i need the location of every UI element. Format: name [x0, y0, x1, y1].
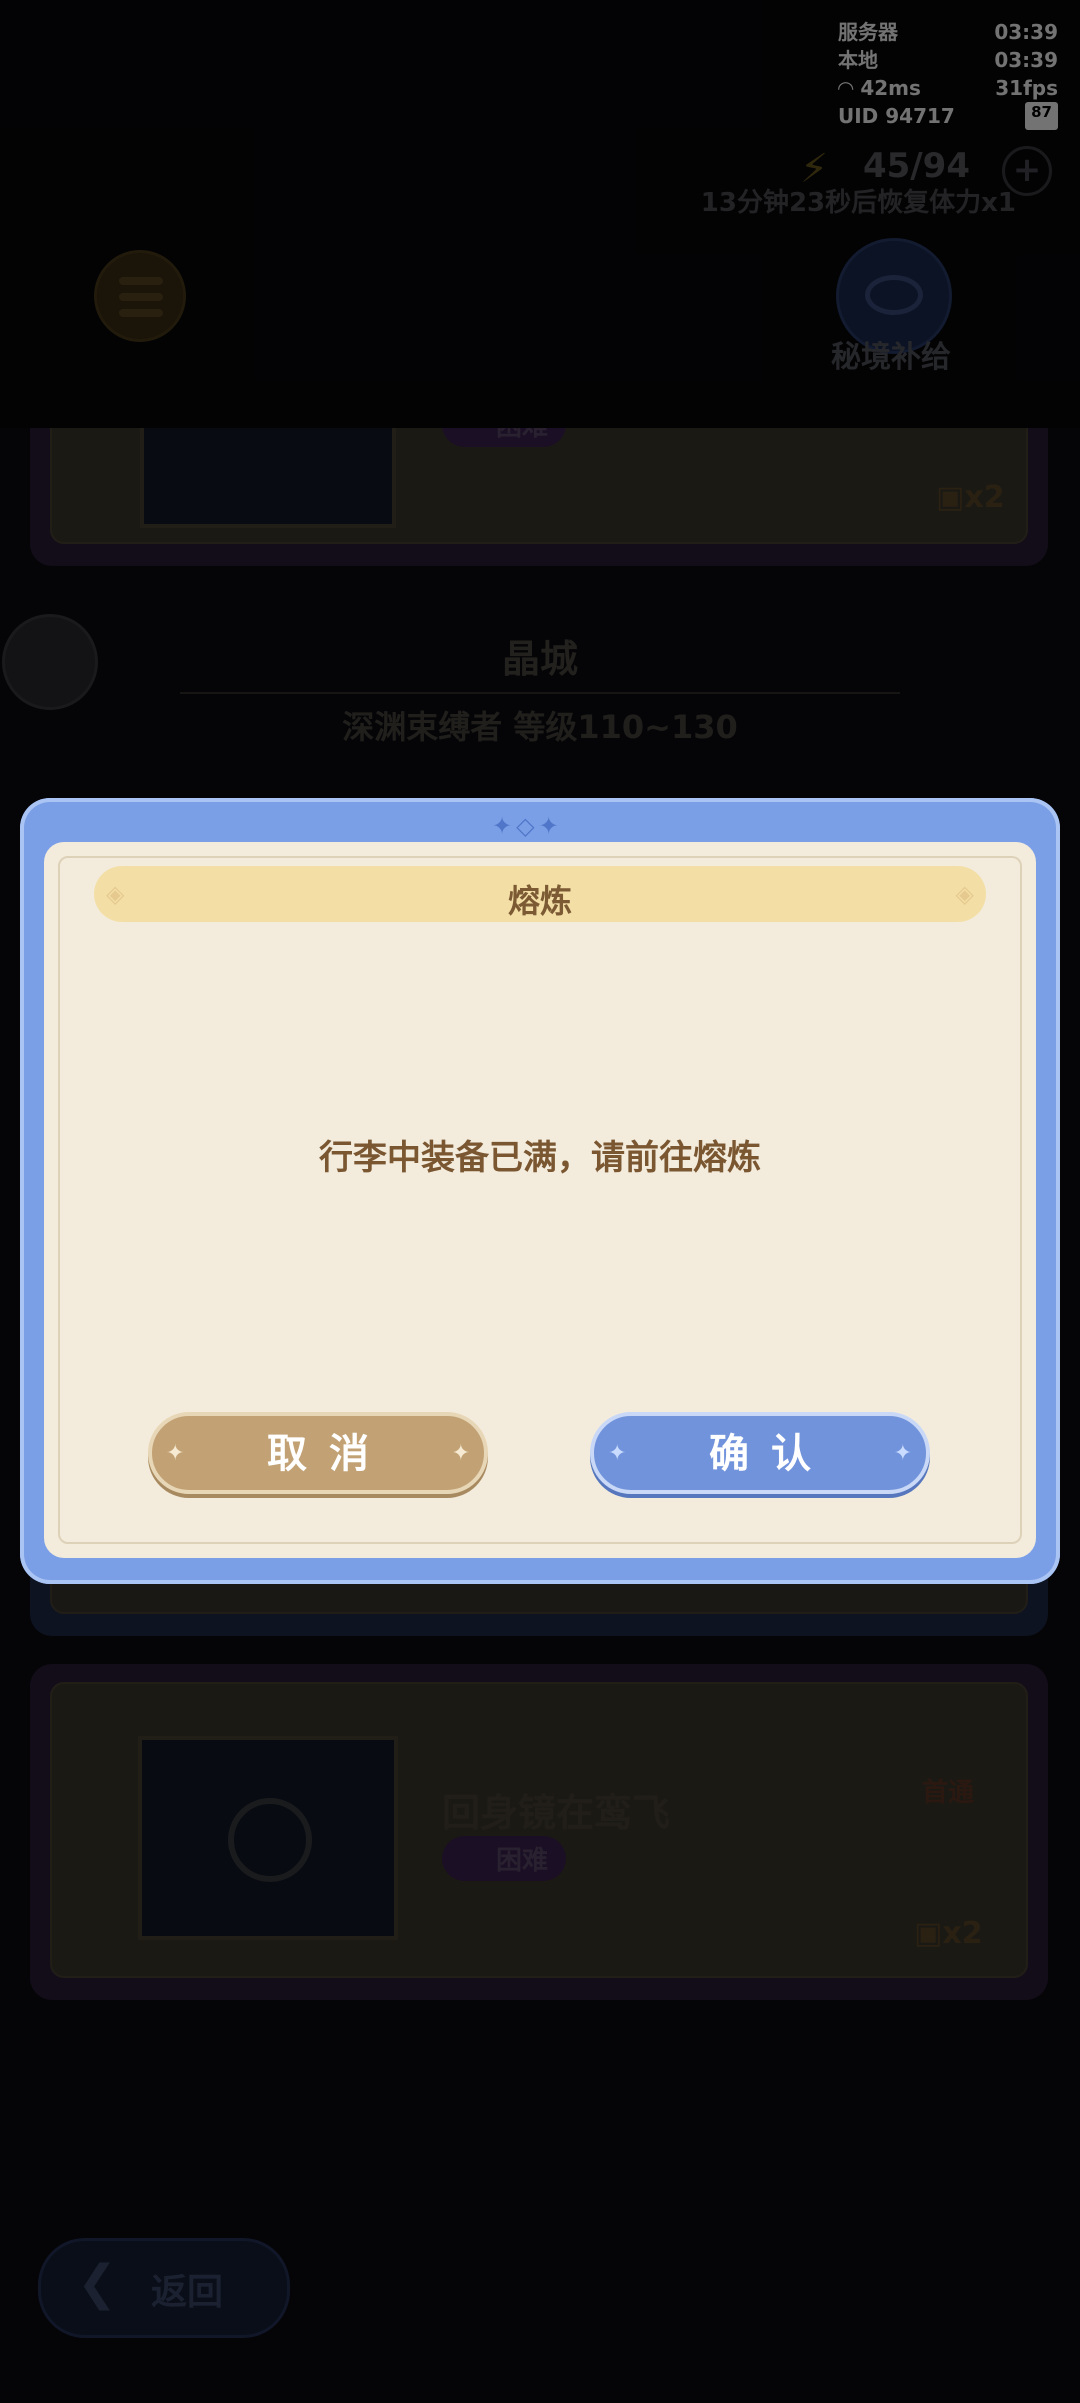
chest-count: x2 [964, 480, 1005, 515]
confirm-button[interactable]: ✦ 确认 ✦ [590, 1412, 930, 1494]
first-clear-badge: 首通 [922, 1778, 975, 1808]
cancel-button[interactable]: ✦ 取消 ✦ [148, 1412, 488, 1494]
difficulty-tag: 困难 [442, 1836, 567, 1881]
back-button[interactable]: ❮ 返回 [38, 2238, 290, 2338]
battery-icon: 87 [1025, 102, 1058, 130]
dialog-message: 行李中装备已满，请前往熔炼 [319, 1138, 761, 1178]
eye-icon [865, 275, 923, 315]
region-subtitle: 深渊束缚者 等级110~130 [342, 708, 738, 746]
dialog-panel: ◈ 熔炼 ◈ 行李中装备已满，请前往熔炼 ✦ 取消 ✦ ✦ 确认 ✦ [44, 842, 1036, 1558]
diamond-icon: ◈ [955, 880, 974, 908]
sparkle-icon: ✦ [451, 1441, 470, 1466]
chest-reward-icon: ▣x2 [936, 480, 1005, 515]
level-portrait [138, 1736, 398, 1940]
back-arrow-icon: ❮ [77, 2255, 118, 2311]
server-label: 服务器 [838, 20, 898, 44]
level-title: 回身镜在鸾飞 [442, 1791, 671, 1835]
list-icon [119, 277, 163, 285]
sparkle-deco-icon: ✦◇✦ [492, 812, 563, 840]
sparkle-icon: ✦ [608, 1441, 627, 1466]
sparkle-icon: ✦ [166, 1441, 185, 1466]
smelt-dialog: ✦◇✦ ◈ 熔炼 ◈ 行李中装备已满，请前往熔炼 ✦ 取消 ✦ ✦ 确认 ✦ [20, 798, 1060, 1584]
secret-supply-label: 秘境补给 [831, 340, 951, 375]
fps-value: 31fps [995, 76, 1058, 100]
menu-button[interactable] [94, 250, 186, 342]
region-title: 晶城 [501, 637, 578, 681]
local-time: 03:39 [994, 48, 1058, 72]
dialog-title: 熔炼 [507, 882, 572, 920]
confirm-label: 确认 [709, 1431, 833, 1477]
back-label: 返回 [151, 2272, 224, 2313]
chest-count: x2 [942, 1916, 983, 1951]
server-time: 03:39 [994, 20, 1058, 44]
chest-reward-icon: ▣x2 [914, 1916, 983, 1951]
uid-value: UID 94717 [838, 104, 955, 128]
cancel-label: 取消 [267, 1431, 391, 1477]
dialog-title-banner: ◈ 熔炼 ◈ [94, 866, 986, 922]
ping-value: 42ms [860, 76, 921, 100]
divider [180, 692, 900, 694]
local-label: 本地 [838, 48, 878, 72]
lock-icon [228, 1798, 312, 1882]
level-card[interactable]: 回身镜在鸾飞 困难 首通 ▣x2 [30, 1664, 1048, 2000]
wifi-icon: ◠ [838, 76, 861, 100]
energy-count: 45/94 [862, 146, 970, 186]
energy-recover-text: 13分钟23秒后恢复体力x1 [700, 188, 1016, 218]
sparkle-icon: ✦ [893, 1441, 912, 1466]
status-overlay: 服务器 03:39 本地 03:39 ◠ 42ms 31fps UID 94717 87 [838, 18, 1058, 130]
